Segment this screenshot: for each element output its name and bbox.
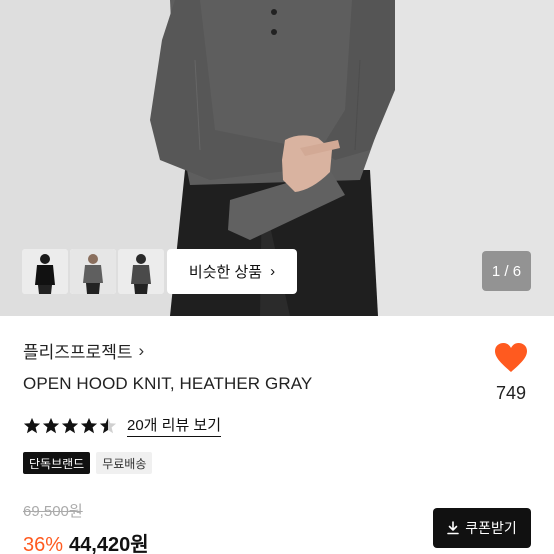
thumbnail-strip — [22, 249, 164, 294]
star-icon — [80, 417, 98, 433]
brand-link[interactable]: 플리즈프로젝트 › — [23, 338, 144, 363]
review-link[interactable]: 20개 리뷰 보기 — [127, 414, 222, 437]
badge-list: 단독브랜드 무료배송 — [23, 452, 153, 474]
free-shipping-badge: 무료배송 — [96, 452, 153, 474]
star-icon — [61, 417, 79, 433]
star-rating — [23, 417, 117, 435]
price-row: 36% 44,420원 — [23, 528, 149, 554]
like-count: 749 — [495, 383, 527, 403]
star-icon — [42, 417, 60, 433]
thumbnail-gray[interactable] — [70, 249, 116, 294]
rating-row: 20개 리뷰 보기 — [23, 414, 222, 437]
image-page-indicator: 1 / 6 — [482, 251, 531, 291]
star-icon — [23, 417, 41, 433]
brand-name: 플리즈프로젝트 — [23, 343, 133, 362]
heart-icon[interactable] — [494, 342, 528, 374]
chevron-right-icon: › — [270, 263, 276, 280]
original-price: 69,500원 — [23, 503, 83, 520]
similar-products-label: 비슷한 상품 — [188, 264, 263, 281]
similar-products-button[interactable]: 비슷한 상품 › — [167, 249, 297, 294]
coupon-label: 쿠폰받기 — [465, 520, 517, 536]
thumbnail-black[interactable] — [22, 249, 68, 294]
get-coupon-button[interactable]: 쿠폰받기 — [433, 508, 531, 548]
download-icon — [447, 521, 460, 535]
chevron-right-icon: › — [138, 340, 145, 360]
discount-rate: 36% — [23, 534, 64, 554]
product-title: OPEN HOOD KNIT, HEATHER GRAY — [23, 374, 313, 393]
product-main-image[interactable]: 비슷한 상품 › 1 / 6 — [0, 0, 554, 316]
star-half-icon — [99, 417, 117, 433]
thumbnail-charcoal[interactable] — [118, 249, 164, 294]
final-price: 44,420원 — [69, 534, 149, 554]
exclusive-brand-badge: 단독브랜드 — [23, 452, 91, 474]
